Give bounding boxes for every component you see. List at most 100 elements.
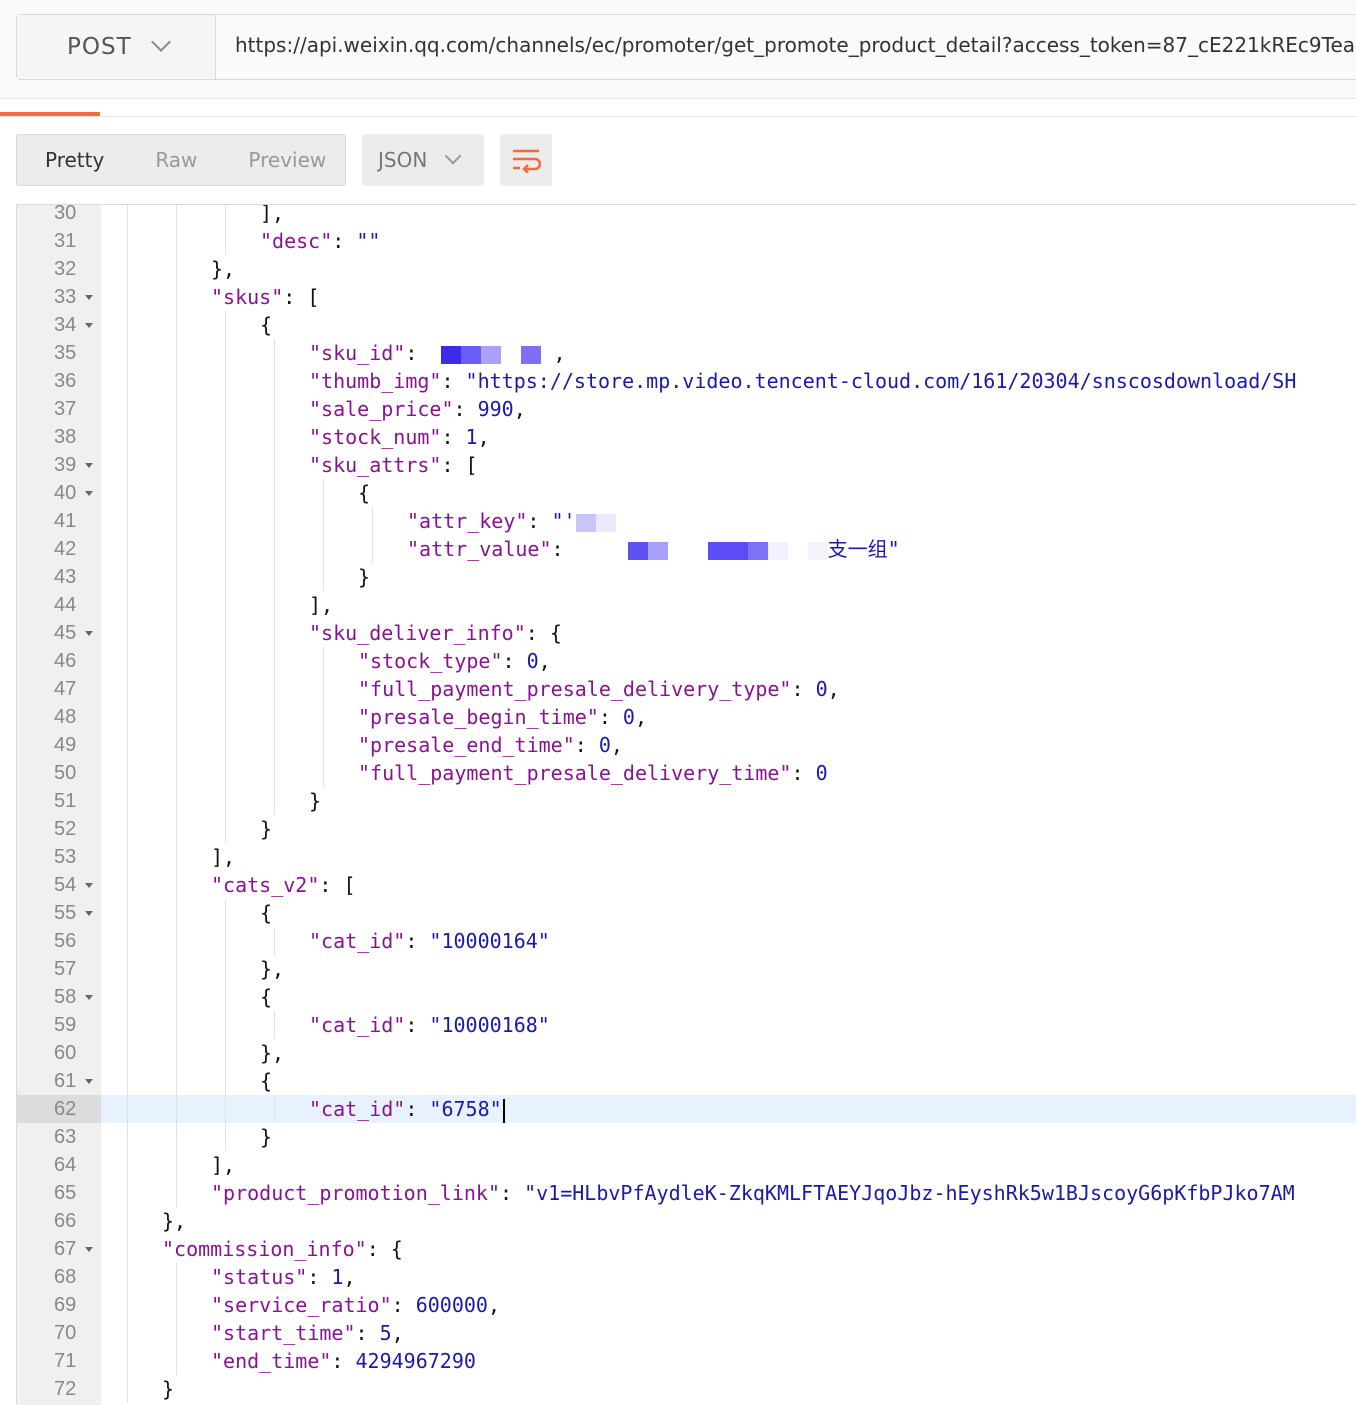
indent-guide <box>127 1235 128 1263</box>
code-text: "full_payment_presale_delivery_time": 0 <box>358 761 828 785</box>
indent-guide <box>274 563 275 591</box>
indent-guide <box>127 1039 128 1067</box>
url-input[interactable]: https://api.weixin.qq.com/channels/ec/pr… <box>235 33 1356 57</box>
code-line[interactable]: 54 "cats_v2": [ <box>17 871 1356 899</box>
code-line[interactable]: 61{ <box>17 1067 1356 1095</box>
indent-guide <box>176 591 177 619</box>
indent-guide <box>176 619 177 647</box>
fold-caret-icon[interactable] <box>85 295 93 300</box>
code-line[interactable]: 65 "product_promotion_link": "v1=HLbvPfAy… <box>17 1179 1356 1207</box>
code-line[interactable]: 46 "stock_type": 0, <box>17 647 1356 675</box>
code-line[interactable]: 62 "cat_id": "6758" <box>17 1095 1356 1123</box>
code-line[interactable]: 31 "desc": "" <box>17 227 1356 255</box>
fold-caret-icon[interactable] <box>85 1247 93 1252</box>
wrap-lines-button[interactable] <box>500 134 552 186</box>
code-line[interactable]: 47 "full_payment_presale_delivery_type": … <box>17 675 1356 703</box>
code-line[interactable]: 50 "full_payment_presale_delivery_time": … <box>17 759 1356 787</box>
code-text: "stock_type": 0, <box>358 649 551 673</box>
indent-guide <box>323 507 324 535</box>
code-line[interactable]: 60}, <box>17 1039 1356 1067</box>
code-line[interactable]: 37 "sale_price": 990, <box>17 395 1356 423</box>
method-select[interactable]: POST <box>17 15 216 79</box>
code-line[interactable]: 53], <box>17 843 1356 871</box>
code-line[interactable]: 39 "sku_attrs": [ <box>17 451 1356 479</box>
code-text: { <box>358 481 371 505</box>
indent-guide <box>274 1011 275 1039</box>
code-line[interactable]: 32}, <box>17 255 1356 283</box>
raw-button[interactable]: Raw <box>155 148 197 172</box>
indent-guide <box>225 367 226 395</box>
code-line[interactable]: 45 "sku_deliver_info": { <box>17 619 1356 647</box>
fold-caret-icon[interactable] <box>85 883 93 888</box>
response-editor[interactable]: 30], 31 "desc": "" 32}, 33 "skus": [34{35 "sku… <box>16 204 1356 1405</box>
code-line[interactable]: 44], <box>17 591 1356 619</box>
indent-guide <box>225 507 226 535</box>
code-line[interactable]: 35 "sku_id": , <box>17 339 1356 367</box>
indent-guide <box>127 479 128 507</box>
indent-guide <box>274 731 275 759</box>
format-select[interactable]: JSON <box>362 134 484 186</box>
code-line[interactable]: 51} <box>17 787 1356 815</box>
line-number: 60 <box>54 1042 77 1064</box>
code-text: { <box>260 985 273 1009</box>
code-line[interactable]: 48 "presale_begin_time": 0, <box>17 703 1356 731</box>
indent-guide <box>127 1347 128 1375</box>
code-line[interactable]: 69 "service_ratio": 600000, <box>17 1291 1356 1319</box>
preview-button[interactable]: Preview <box>248 148 326 172</box>
code-line[interactable]: 41 "attr_key": "' <box>17 507 1356 535</box>
fold-caret-icon[interactable] <box>85 995 93 1000</box>
code-text: "end_time": 4294967290 <box>211 1349 476 1373</box>
indent-guide <box>127 395 128 423</box>
indent-guide <box>225 423 226 451</box>
code-line[interactable]: 68 "status": 1, <box>17 1263 1356 1291</box>
code-line[interactable]: 34{ <box>17 311 1356 339</box>
code-line[interactable]: 40{ <box>17 479 1356 507</box>
fold-caret-icon[interactable] <box>85 631 93 636</box>
indent-guide <box>225 479 226 507</box>
code-text: "cats_v2": [ <box>211 873 356 897</box>
chevron-down-icon <box>444 147 462 165</box>
code-line[interactable]: 56 "cat_id": "10000164" <box>17 927 1356 955</box>
code-line[interactable]: 72} <box>17 1375 1356 1403</box>
indent-guide <box>176 227 177 255</box>
code-line[interactable]: 33 "skus": [ <box>17 283 1356 311</box>
fold-caret-icon[interactable] <box>85 491 93 496</box>
line-number: 57 <box>54 958 77 980</box>
indent-guide <box>225 815 226 843</box>
indent-guide <box>176 1067 177 1095</box>
code-line[interactable]: 38 "stock_num": 1, <box>17 423 1356 451</box>
indent-guide <box>176 787 177 815</box>
indent-guide <box>127 1263 128 1291</box>
pretty-button[interactable]: Pretty <box>45 148 104 172</box>
line-number: 38 <box>54 426 77 448</box>
code-line[interactable]: 49 "presale_end_time": 0, <box>17 731 1356 759</box>
tabs-divider <box>0 116 1356 117</box>
code-line[interactable]: 63} <box>17 1123 1356 1151</box>
code-line[interactable]: 30], <box>17 205 1356 227</box>
code-line[interactable]: 67 "commission_info": { <box>17 1235 1356 1263</box>
code-line[interactable]: 36 "thumb_img": "https://store.mp.video.t… <box>17 367 1356 395</box>
line-number: 66 <box>54 1210 77 1232</box>
indent-guide <box>225 1123 226 1151</box>
code-line[interactable]: 58{ <box>17 983 1356 1011</box>
fold-caret-icon[interactable] <box>85 323 93 328</box>
fold-caret-icon[interactable] <box>85 1079 93 1084</box>
code-line[interactable]: 57}, <box>17 955 1356 983</box>
code-line[interactable]: 52} <box>17 815 1356 843</box>
indent-guide <box>127 619 128 647</box>
fold-caret-icon[interactable] <box>85 911 93 916</box>
line-number: 64 <box>54 1154 77 1176</box>
code-line[interactable]: 71 "end_time": 4294967290 <box>17 1347 1356 1375</box>
indent-guide <box>274 535 275 563</box>
code-text: "sku_attrs": [ <box>309 453 478 477</box>
code-line[interactable]: 66}, <box>17 1207 1356 1235</box>
code-line[interactable]: 43} <box>17 563 1356 591</box>
code-line[interactable]: 42 "attr_value": 支一组" <box>17 535 1356 563</box>
code-line[interactable]: 64], <box>17 1151 1356 1179</box>
code-line[interactable]: 55{ <box>17 899 1356 927</box>
code-text: "commission_info": { <box>162 1237 403 1261</box>
code-line[interactable]: 70 "start_time": 5, <box>17 1319 1356 1347</box>
code-line[interactable]: 59 "cat_id": "10000168" <box>17 1011 1356 1039</box>
fold-caret-icon[interactable] <box>85 463 93 468</box>
line-number: 70 <box>54 1322 77 1344</box>
